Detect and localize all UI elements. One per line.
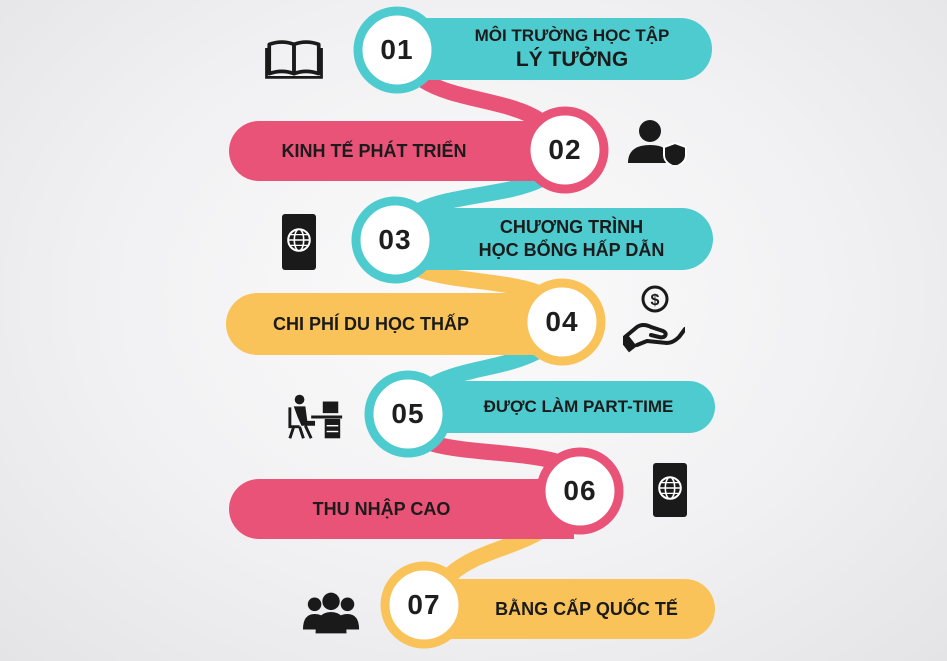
step-06-number: 06 [563, 475, 597, 506]
infographic: MÔI TRƯỜNG HỌC TẬP LÝ TƯỞNG KINH TẾ PHÁT T… [0, 0, 947, 661]
passport-icon [652, 462, 688, 518]
open-book-icon [263, 37, 325, 81]
circle-layer [351, 6, 624, 649]
hand-coin-icon: $ [619, 285, 687, 353]
step-02-number: 02 [548, 134, 582, 165]
step-05-number: 05 [391, 398, 425, 429]
step-04-number: 04 [545, 306, 579, 337]
step-07-number: 07 [407, 589, 441, 620]
svg-text:$: $ [651, 292, 660, 309]
user-shield-icon [626, 117, 688, 169]
step-01-number: 01 [380, 34, 414, 65]
group-users-icon [302, 590, 362, 636]
step-03-number: 03 [378, 224, 412, 255]
person-at-desk-icon [286, 393, 346, 441]
passport-icon [281, 213, 317, 271]
